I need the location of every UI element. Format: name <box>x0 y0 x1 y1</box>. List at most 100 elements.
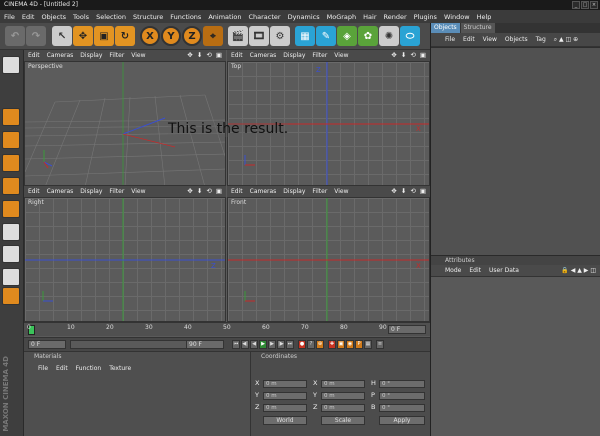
rotation-b-field[interactable]: 0 ° <box>379 404 425 412</box>
scale-key-icon[interactable]: ▣ <box>337 340 345 349</box>
grid-tool-icon[interactable] <box>2 268 20 286</box>
viewport-front[interactable]: Edit Cameras Display Filter View ✥ ⬇ ⟲ ▣… <box>227 186 430 322</box>
menu-selection[interactable]: Selection <box>96 13 126 21</box>
vp-menu-view[interactable]: View <box>131 188 145 195</box>
world-mode-dropdown[interactable]: World <box>263 416 307 425</box>
menu-hair[interactable]: Hair <box>363 13 376 21</box>
menu-structure[interactable]: Structure <box>133 13 163 21</box>
vp-menu-filter[interactable]: Filter <box>109 52 124 59</box>
preview-range-slider[interactable] <box>70 340 190 349</box>
live-selection-icon[interactable]: ↖ <box>52 26 72 46</box>
play-icon[interactable]: ▶ <box>259 340 267 349</box>
light-icon[interactable]: ✺ <box>379 26 399 46</box>
attr-menu-user-data[interactable]: User Data <box>489 267 519 274</box>
mat-menu-edit[interactable]: Edit <box>56 365 68 372</box>
vp-menu-filter[interactable]: Filter <box>312 188 327 195</box>
rotate-icon[interactable]: ↻ <box>115 26 135 46</box>
go-to-start-icon[interactable]: ⏮ <box>232 340 240 349</box>
menu-character[interactable]: Character <box>248 13 280 21</box>
spline-pen-icon[interactable]: ✎ <box>316 26 336 46</box>
next-frame-icon[interactable]: ▶ <box>268 340 276 349</box>
sculpt-tool-icon[interactable] <box>2 287 20 305</box>
render-view-icon[interactable]: 🎬 <box>228 26 248 46</box>
use-model-mode-icon[interactable] <box>2 56 20 74</box>
point-level-key-icon[interactable]: ▦ <box>364 340 372 349</box>
viewport-top[interactable]: Edit Cameras Display Filter View ✥ ⬇ ⟲ ▣… <box>227 50 430 186</box>
viewport-controls[interactable]: ✥ ⬇ ⟲ ▣ <box>391 187 427 195</box>
render-settings-icon[interactable]: ⚙ <box>270 26 290 46</box>
motion-timeline-icon[interactable]: ≡ <box>376 340 384 349</box>
viewport-controls[interactable]: ✥ ⬇ ⟲ ▣ <box>391 51 427 59</box>
record-icon[interactable]: ● <box>298 340 306 349</box>
redo-icon[interactable]: ↷ <box>26 26 46 46</box>
next-key-icon[interactable]: |▶ <box>277 340 285 349</box>
prev-key-icon[interactable]: ◀| <box>241 340 249 349</box>
array-icon[interactable]: ✿ <box>358 26 378 46</box>
nurbs-icon[interactable]: ◈ <box>337 26 357 46</box>
vp-menu-display[interactable]: Display <box>80 52 102 59</box>
use-object-tool-icon[interactable] <box>2 108 20 126</box>
menu-mograph[interactable]: MoGraph <box>327 13 357 21</box>
scale-mode-dropdown[interactable]: Scale <box>321 416 365 425</box>
go-to-end-icon[interactable]: ⏭ <box>286 340 294 349</box>
size-x-field[interactable]: 0 m <box>321 380 365 388</box>
position-y-field[interactable]: 0 m <box>263 392 307 400</box>
menu-animation[interactable]: Animation <box>208 13 241 21</box>
y-axis-lock-icon[interactable]: Y <box>161 26 181 46</box>
axis-mode-icon[interactable] <box>2 223 20 241</box>
scale-icon[interactable]: ▣ <box>94 26 114 46</box>
current-frame-field[interactable]: 0 F <box>388 325 426 334</box>
vp-menu-cameras[interactable]: Cameras <box>250 188 277 195</box>
timeline-ruler[interactable]: 0 10 20 30 40 50 60 70 80 90 0 F <box>24 322 430 336</box>
deformer-icon[interactable]: ⬭ <box>400 26 420 46</box>
vp-menu-cameras[interactable]: Cameras <box>250 52 277 59</box>
maximize-button[interactable]: □ <box>581 1 589 9</box>
vp-menu-view[interactable]: View <box>334 52 348 59</box>
mat-menu-function[interactable]: Function <box>76 365 102 372</box>
menu-window[interactable]: Window <box>444 13 470 21</box>
vp-menu-filter[interactable]: Filter <box>312 52 327 59</box>
vp-menu-display[interactable]: Display <box>283 52 305 59</box>
obj-menu-tag[interactable]: Tag <box>536 36 546 43</box>
z-axis-lock-icon[interactable]: Z <box>182 26 202 46</box>
menu-help[interactable]: Help <box>477 13 492 21</box>
menu-objects[interactable]: Objects <box>41 13 66 21</box>
vp-menu-filter[interactable]: Filter <box>109 188 124 195</box>
viewport-controls[interactable]: ✥ ⬇ ⟲ ▣ <box>187 51 223 59</box>
coordinate-system-icon[interactable]: ⌖ <box>203 26 223 46</box>
close-button[interactable]: × <box>590 1 598 9</box>
attr-menu-mode[interactable]: Mode <box>445 267 461 274</box>
vp-menu-view[interactable]: View <box>334 188 348 195</box>
viewport-controls[interactable]: ✥ ⬇ ⟲ ▣ <box>187 187 223 195</box>
autokey-icon[interactable]: ? <box>307 340 315 349</box>
start-frame-field[interactable]: 0 F <box>28 340 66 349</box>
rotation-key-icon[interactable]: ◉ <box>346 340 354 349</box>
menu-edit[interactable]: Edit <box>22 13 35 21</box>
viewport-perspective[interactable]: Edit Cameras Display Filter View ✥ ⬇ ⟲ ▣ <box>24 50 226 186</box>
rotation-p-field[interactable]: 0 ° <box>379 392 425 400</box>
obj-menu-edit[interactable]: Edit <box>463 36 475 43</box>
undo-icon[interactable]: ↶ <box>5 26 25 46</box>
rotation-h-field[interactable]: 0 ° <box>379 380 425 388</box>
vp-menu-display[interactable]: Display <box>283 188 305 195</box>
menu-dynamics[interactable]: Dynamics <box>288 13 320 21</box>
vp-menu-edit[interactable]: Edit <box>28 52 40 59</box>
position-x-field[interactable]: 0 m <box>263 380 307 388</box>
vp-menu-cameras[interactable]: Cameras <box>47 52 74 59</box>
use-edges-tool-icon[interactable] <box>2 154 20 172</box>
minimize-button[interactable]: _ <box>572 1 580 9</box>
menu-tools[interactable]: Tools <box>73 13 89 21</box>
apply-button[interactable]: Apply <box>379 416 425 425</box>
viewport-right[interactable]: Edit Cameras Display Filter View ✥ ⬇ ⟲ ▣… <box>24 186 226 322</box>
texture-mode-icon[interactable] <box>2 200 20 218</box>
parameter-key-icon[interactable]: P <box>355 340 363 349</box>
prev-frame-icon[interactable]: ◀ <box>250 340 258 349</box>
obj-menu-objects[interactable]: Objects <box>505 36 528 43</box>
mat-menu-texture[interactable]: Texture <box>109 365 131 372</box>
position-z-field[interactable]: 0 m <box>263 404 307 412</box>
size-z-field[interactable]: 0 m <box>321 404 365 412</box>
object-manager-list[interactable] <box>431 47 600 255</box>
move-icon[interactable]: ✥ <box>73 26 93 46</box>
tab-objects[interactable]: Objects <box>431 23 460 33</box>
size-y-field[interactable]: 0 m <box>321 392 365 400</box>
